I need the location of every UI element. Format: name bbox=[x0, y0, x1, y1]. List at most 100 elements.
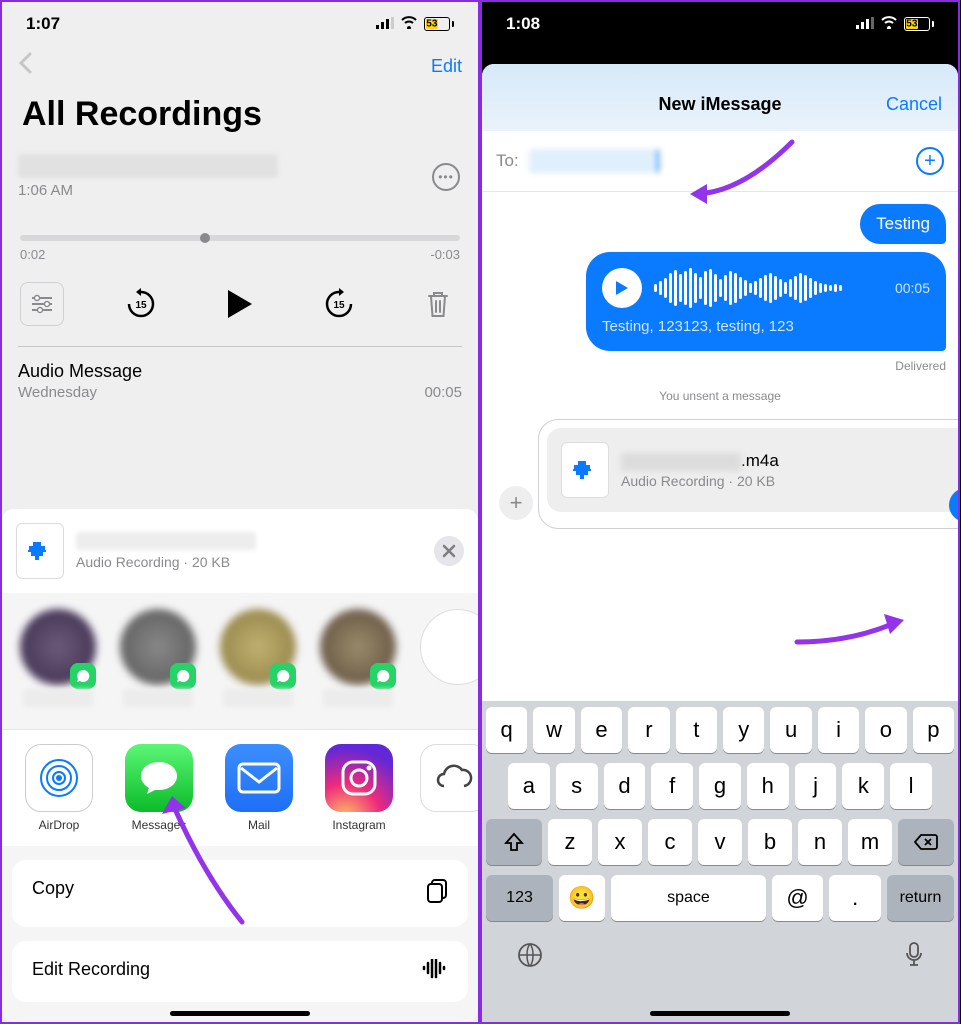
remaining-time: -0:03 bbox=[430, 247, 460, 262]
share-sheet: Audio Recording · 20 KB AirDrop Messages bbox=[2, 509, 478, 1022]
recording-item-duration: 00:05 bbox=[424, 384, 462, 401]
share-app-instagram[interactable]: Instagram bbox=[320, 744, 398, 832]
close-button[interactable] bbox=[434, 536, 464, 566]
dictate-key[interactable] bbox=[904, 941, 924, 976]
edit-button[interactable]: Edit bbox=[431, 56, 462, 77]
share-app-airdrop[interactable]: AirDrop bbox=[20, 744, 98, 832]
key-w[interactable]: w bbox=[533, 707, 574, 753]
share-people-row bbox=[2, 593, 478, 729]
key-m[interactable]: m bbox=[848, 819, 892, 865]
rewind-15-button[interactable]: 15 bbox=[119, 282, 163, 326]
share-contact[interactable] bbox=[20, 609, 96, 719]
cellular-icon bbox=[856, 14, 874, 34]
globe-key[interactable] bbox=[516, 941, 544, 976]
scrubber-thumb[interactable] bbox=[200, 233, 210, 243]
home-indicator[interactable] bbox=[170, 1011, 310, 1016]
action-edit-recording[interactable]: Edit Recording bbox=[12, 941, 468, 1002]
share-app-messages[interactable]: Messages bbox=[120, 744, 198, 832]
share-app-mail[interactable]: Mail bbox=[220, 744, 298, 832]
key-n[interactable]: n bbox=[798, 819, 842, 865]
key-a[interactable]: a bbox=[508, 763, 550, 809]
voice-memos-screen: 1:07 53 Edit All Recordings 1:06 AM ••• … bbox=[0, 0, 480, 1024]
svg-text:15: 15 bbox=[135, 300, 147, 311]
key-s[interactable]: s bbox=[556, 763, 598, 809]
key-j[interactable]: j bbox=[795, 763, 837, 809]
add-recipient-button[interactable]: + bbox=[916, 147, 944, 175]
key-r[interactable]: r bbox=[628, 707, 669, 753]
options-button[interactable] bbox=[20, 282, 64, 326]
status-time: 1:08 bbox=[506, 14, 540, 34]
space-key[interactable]: space bbox=[611, 875, 766, 921]
more-button[interactable]: ••• bbox=[432, 163, 460, 191]
recording-item-day: Wednesday bbox=[18, 384, 97, 401]
key-x[interactable]: x bbox=[598, 819, 642, 865]
page-title: All Recordings bbox=[2, 91, 478, 144]
key-h[interactable]: h bbox=[747, 763, 789, 809]
status-bar: 1:07 53 bbox=[2, 2, 478, 42]
file-thumbnail bbox=[16, 523, 64, 579]
at-key[interactable]: @ bbox=[772, 875, 824, 921]
audio-play-button[interactable] bbox=[602, 268, 642, 308]
key-d[interactable]: d bbox=[604, 763, 646, 809]
recording-item[interactable]: Audio Message Wednesday 00:05 bbox=[2, 347, 478, 415]
share-apps-row: AirDrop Messages Mail Instagram bbox=[2, 729, 478, 846]
sent-message[interactable]: Testing bbox=[860, 204, 946, 244]
share-contact[interactable] bbox=[420, 609, 478, 719]
key-t[interactable]: t bbox=[676, 707, 717, 753]
forward-15-button[interactable]: 15 bbox=[317, 282, 361, 326]
home-indicator[interactable] bbox=[650, 1011, 790, 1016]
mail-icon bbox=[225, 744, 293, 812]
key-g[interactable]: g bbox=[699, 763, 741, 809]
key-y[interactable]: y bbox=[723, 707, 764, 753]
share-contact[interactable] bbox=[120, 609, 196, 719]
key-e[interactable]: e bbox=[581, 707, 622, 753]
status-bar: 1:08 53 bbox=[482, 2, 958, 42]
key-o[interactable]: o bbox=[865, 707, 906, 753]
key-f[interactable]: f bbox=[651, 763, 693, 809]
compose-field[interactable]: + .m4a Audio Recording · 20 KB bbox=[538, 419, 958, 529]
key-k[interactable]: k bbox=[842, 763, 884, 809]
whatsapp-badge-icon bbox=[370, 663, 396, 689]
recording-current[interactable]: 1:06 AM ••• bbox=[2, 144, 478, 199]
key-v[interactable]: v bbox=[698, 819, 742, 865]
key-i[interactable]: i bbox=[818, 707, 859, 753]
key-l[interactable]: l bbox=[890, 763, 932, 809]
sent-audio-message[interactable]: 00:05 Testing, 123123, testing, 123 bbox=[586, 252, 946, 351]
to-field-row[interactable]: To: + bbox=[482, 131, 958, 192]
wifi-icon bbox=[400, 14, 418, 34]
scrubber[interactable] bbox=[20, 235, 460, 241]
back-button[interactable] bbox=[18, 52, 32, 81]
attachment-card[interactable]: .m4a Audio Recording · 20 KB bbox=[547, 428, 958, 512]
share-app-more[interactable] bbox=[420, 744, 460, 832]
delete-button[interactable] bbox=[416, 282, 460, 326]
key-u[interactable]: u bbox=[770, 707, 811, 753]
copy-icon bbox=[426, 878, 448, 909]
share-contact[interactable] bbox=[220, 609, 296, 719]
key-q[interactable]: q bbox=[486, 707, 527, 753]
keyboard: qwertyuiop asdfghjkl zxcvbnm 123 😀 space… bbox=[482, 701, 958, 1022]
share-file-subtitle: Audio Recording · 20 KB bbox=[76, 554, 422, 570]
play-button[interactable] bbox=[218, 282, 262, 326]
shift-key[interactable] bbox=[486, 819, 542, 865]
add-attachment-button[interactable]: + bbox=[499, 486, 533, 520]
key-z[interactable]: z bbox=[548, 819, 592, 865]
numbers-key[interactable]: 123 bbox=[486, 875, 553, 921]
cancel-button[interactable]: Cancel bbox=[886, 94, 942, 115]
nav-bar: New iMessage Cancel bbox=[482, 64, 958, 131]
emoji-key[interactable]: 😀 bbox=[559, 875, 605, 921]
elapsed-time: 0:02 bbox=[20, 247, 45, 262]
key-c[interactable]: c bbox=[648, 819, 692, 865]
key-b[interactable]: b bbox=[748, 819, 792, 865]
attachment-subtitle: Audio Recording · 20 KB bbox=[621, 473, 958, 489]
delete-key[interactable] bbox=[898, 819, 954, 865]
whatsapp-badge-icon bbox=[70, 663, 96, 689]
audio-duration: 00:05 bbox=[895, 280, 930, 296]
to-recipient-redacted bbox=[529, 149, 659, 173]
share-contact[interactable] bbox=[320, 609, 396, 719]
dot-key[interactable]: . bbox=[829, 875, 881, 921]
key-p[interactable]: p bbox=[913, 707, 954, 753]
return-key[interactable]: return bbox=[887, 875, 954, 921]
action-copy[interactable]: Copy bbox=[12, 860, 468, 927]
recording-subtitle: 1:06 AM bbox=[18, 182, 462, 199]
svg-text:15: 15 bbox=[333, 300, 345, 311]
